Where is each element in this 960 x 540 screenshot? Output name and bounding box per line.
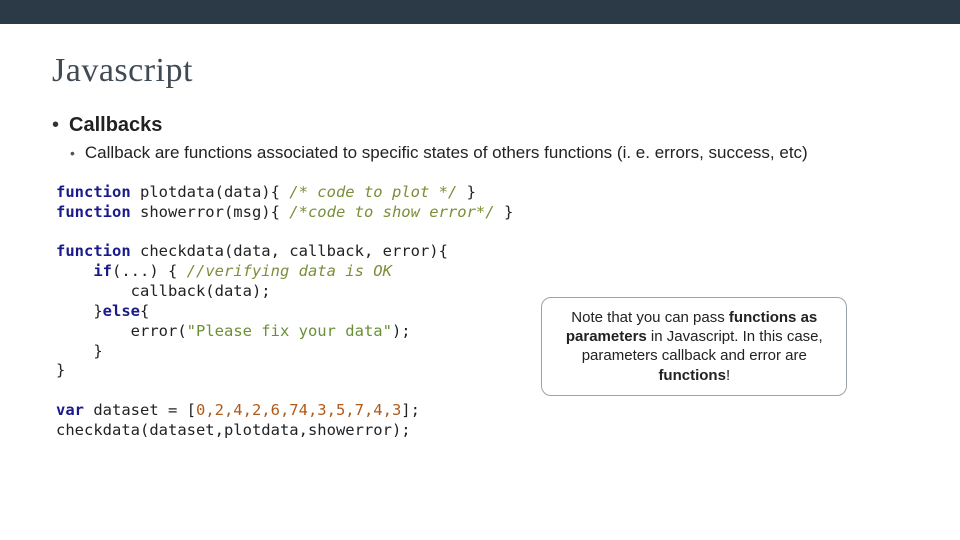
code-text: error( bbox=[56, 322, 187, 340]
bullet-dot-icon: • bbox=[52, 114, 59, 136]
code-text: dataset = [ bbox=[84, 401, 196, 419]
bullet-level1: • Callbacks bbox=[52, 114, 908, 137]
note-text: Note that you can pass bbox=[571, 309, 729, 326]
code-text: ]; bbox=[401, 401, 420, 419]
slide-accent-bar bbox=[0, 0, 960, 24]
code-text: checkdata(data, callback, error){ bbox=[131, 242, 448, 260]
code-text: } bbox=[56, 342, 103, 360]
code-text: checkdata(dataset,plotdata,showerror); bbox=[56, 421, 411, 439]
code-keyword: var bbox=[56, 401, 84, 419]
code-numbers: 0,2,4,2,6,74,3,5,7,4,3 bbox=[196, 401, 401, 419]
code-comment: /* code to plot */ bbox=[289, 183, 457, 201]
code-text: } bbox=[457, 183, 476, 201]
code-text: callback(data); bbox=[56, 282, 271, 300]
slide-body: Javascript • Callbacks • Callback are fu… bbox=[0, 24, 960, 449]
bullet-level2: • Callback are functions associated to s… bbox=[70, 143, 908, 163]
code-keyword: function bbox=[56, 183, 131, 201]
code-text: showerror(msg){ bbox=[131, 203, 290, 221]
content-row: function plotdata(data){ /* code to plot… bbox=[52, 177, 908, 449]
code-keyword: function bbox=[56, 203, 131, 221]
code-text: } bbox=[56, 361, 65, 379]
note-bold: functions bbox=[658, 367, 726, 384]
code-text bbox=[56, 262, 93, 280]
code-text: ); bbox=[392, 322, 411, 340]
note-text: ! bbox=[726, 367, 730, 384]
code-block: function plotdata(data){ /* code to plot… bbox=[52, 177, 517, 449]
code-keyword: function bbox=[56, 242, 131, 260]
slide-title: Javascript bbox=[52, 52, 908, 90]
bullet-dot-icon: • bbox=[70, 143, 75, 163]
code-keyword: if bbox=[93, 262, 112, 280]
code-text: (...) { bbox=[112, 262, 187, 280]
code-text: } bbox=[56, 302, 103, 320]
bullet-level2-text: Callback are functions associated to spe… bbox=[85, 143, 808, 163]
bullet-level1-text: Callbacks bbox=[69, 114, 162, 137]
callout-note: Note that you can pass functions as para… bbox=[541, 297, 847, 396]
code-keyword: else bbox=[103, 302, 140, 320]
code-comment: //verifying data is OK bbox=[187, 262, 392, 280]
code-text: { bbox=[140, 302, 149, 320]
code-string: "Please fix your data" bbox=[187, 322, 392, 340]
code-comment: /*code to show error*/ bbox=[289, 203, 494, 221]
code-text: } bbox=[495, 203, 514, 221]
code-text: plotdata(data){ bbox=[131, 183, 290, 201]
